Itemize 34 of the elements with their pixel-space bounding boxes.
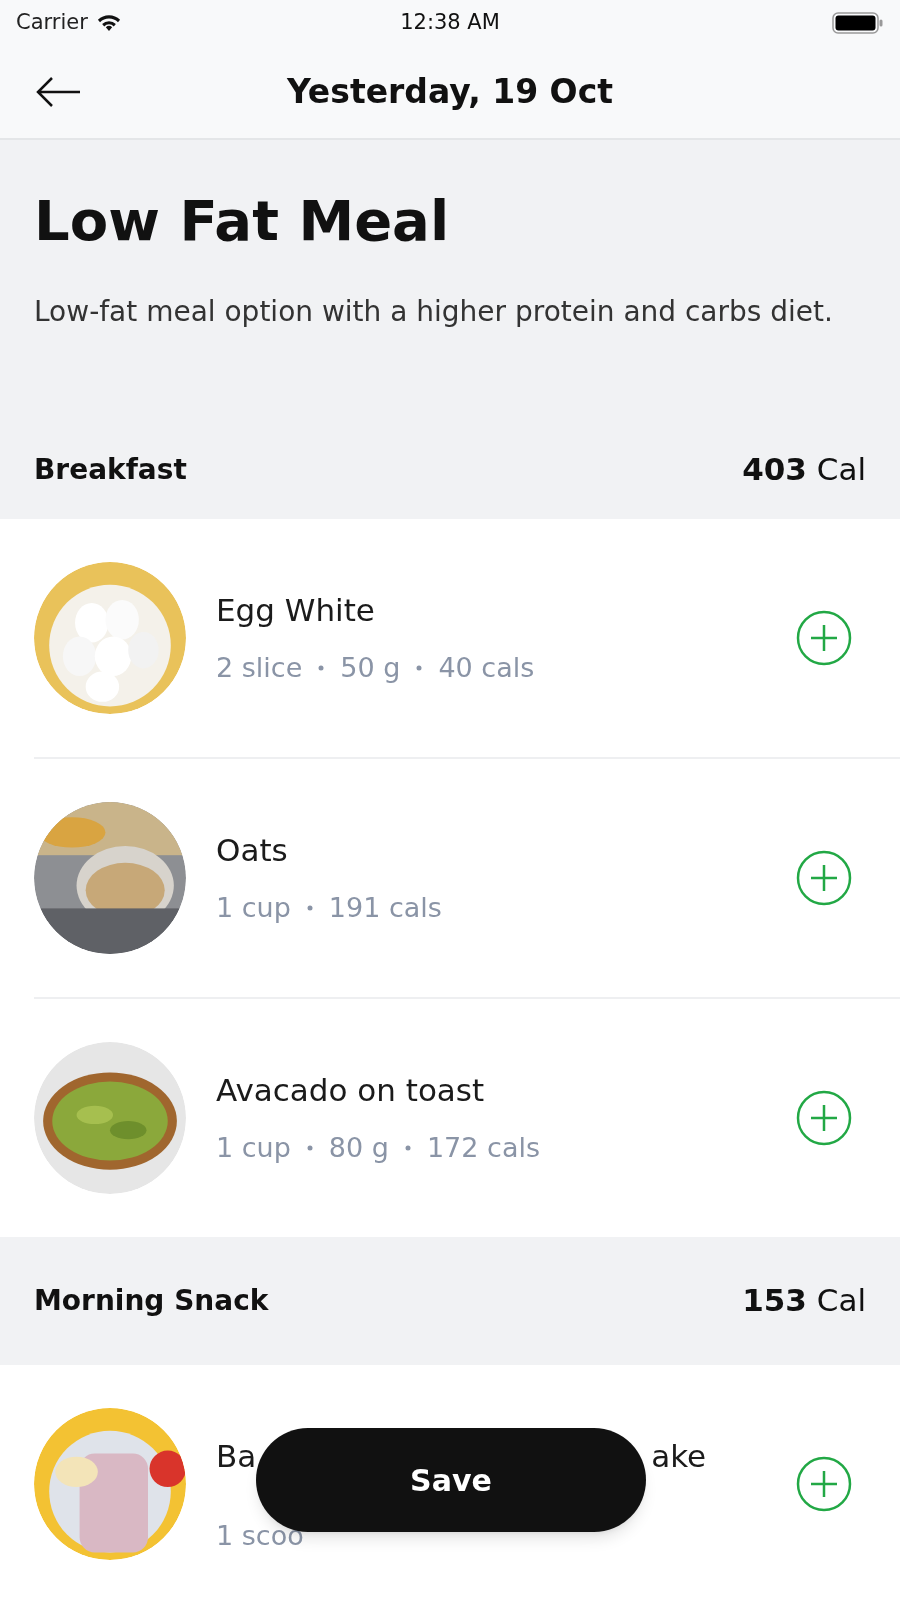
meal-description: Low-fat meal option with a higher protein and carbs diet. — [34, 293, 834, 330]
food-name: Egg White — [216, 591, 375, 631]
food-detail: 2 slice — [216, 650, 303, 685]
add-icon[interactable] — [796, 1455, 852, 1512]
separator-dot-icon — [318, 664, 325, 671]
wifi-icon — [95, 13, 122, 32]
back-arrow-icon — [34, 75, 82, 108]
separator-dot-icon — [416, 664, 423, 671]
battery-icon — [832, 10, 884, 35]
food-detail: 80 g — [328, 1130, 389, 1165]
separator-dot-icon — [306, 904, 313, 911]
status-time: 12:38 AM — [400, 8, 500, 36]
food-detail: 1 cup — [216, 890, 291, 925]
food-name: ake — [651, 1437, 707, 1477]
add-icon[interactable] — [796, 1089, 852, 1146]
separator-dot-icon — [404, 1144, 411, 1151]
separator-dot-icon — [306, 1144, 313, 1151]
food-detail: 191 cals — [328, 890, 442, 925]
meal-title: Low Fat Meal — [34, 190, 451, 252]
food-detail: 40 cals — [438, 650, 535, 685]
food-detail: 172 cals — [426, 1130, 540, 1165]
section-calories: 403 Cal — [742, 450, 866, 490]
food-name: Oats — [216, 831, 288, 871]
nav-title: Yesterday, 19 Oct — [287, 70, 613, 113]
food-name: Avacado on toast — [216, 1071, 485, 1111]
section-title: Breakfast — [34, 451, 187, 488]
carrier-label: Carrier — [16, 8, 88, 36]
section-title: Morning Snack — [34, 1282, 269, 1319]
section-calories: 153 Cal — [742, 1281, 866, 1321]
add-icon[interactable] — [796, 849, 852, 906]
food-detail: 50 g — [340, 650, 401, 685]
add-icon[interactable] — [796, 609, 852, 666]
food-name: Ba — [216, 1437, 257, 1477]
food-detail: 1 cup — [216, 1130, 291, 1165]
